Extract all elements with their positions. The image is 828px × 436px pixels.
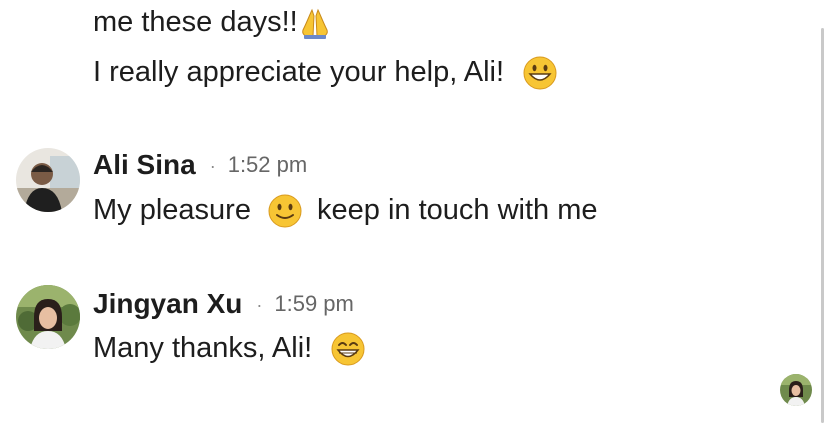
read-receipt-avatar [780,374,812,406]
separator-dot: · [209,155,216,176]
read-receipt-avatar-image [780,374,812,406]
author-name[interactable]: Ali Sina [93,149,196,181]
avatar-ali-sina[interactable] [16,148,80,212]
message-line: Many thanks, Ali! [93,330,366,367]
grinning-face-emoji-icon [523,56,557,90]
message-timestamp: 1:52 pm [227,152,308,177]
message-text: I really appreciate your help, Ali! [93,56,505,88]
message-header: Jingyan Xu · 1:59 pm [93,286,354,322]
message-text: me these days!! [93,6,298,38]
message-text: Many thanks, Ali! [93,332,313,364]
avatar-jingyan-xu-image [16,285,80,349]
avatar-ali-sina-image [16,148,80,212]
separator-dot: · [256,294,263,315]
message-text: keep in touch with me [317,194,598,226]
message-header: Ali Sina · 1:52 pm [93,147,307,183]
slightly-smiling-face-emoji-icon [268,194,302,228]
author-name[interactable]: Jingyan Xu [93,288,242,320]
avatar-jingyan-xu[interactable] [16,285,80,349]
folded-hands-emoji-icon [301,9,328,40]
message-timestamp: 1:59 pm [274,291,354,316]
scrollbar[interactable] [821,28,824,423]
message-line: I really appreciate your help, Ali! [93,54,558,91]
message-text: My pleasure [93,194,251,226]
message-line: me these days!! [93,4,332,40]
message-line: My pleasure keep in touch with me [93,192,598,229]
beaming-face-emoji-icon [331,332,365,366]
